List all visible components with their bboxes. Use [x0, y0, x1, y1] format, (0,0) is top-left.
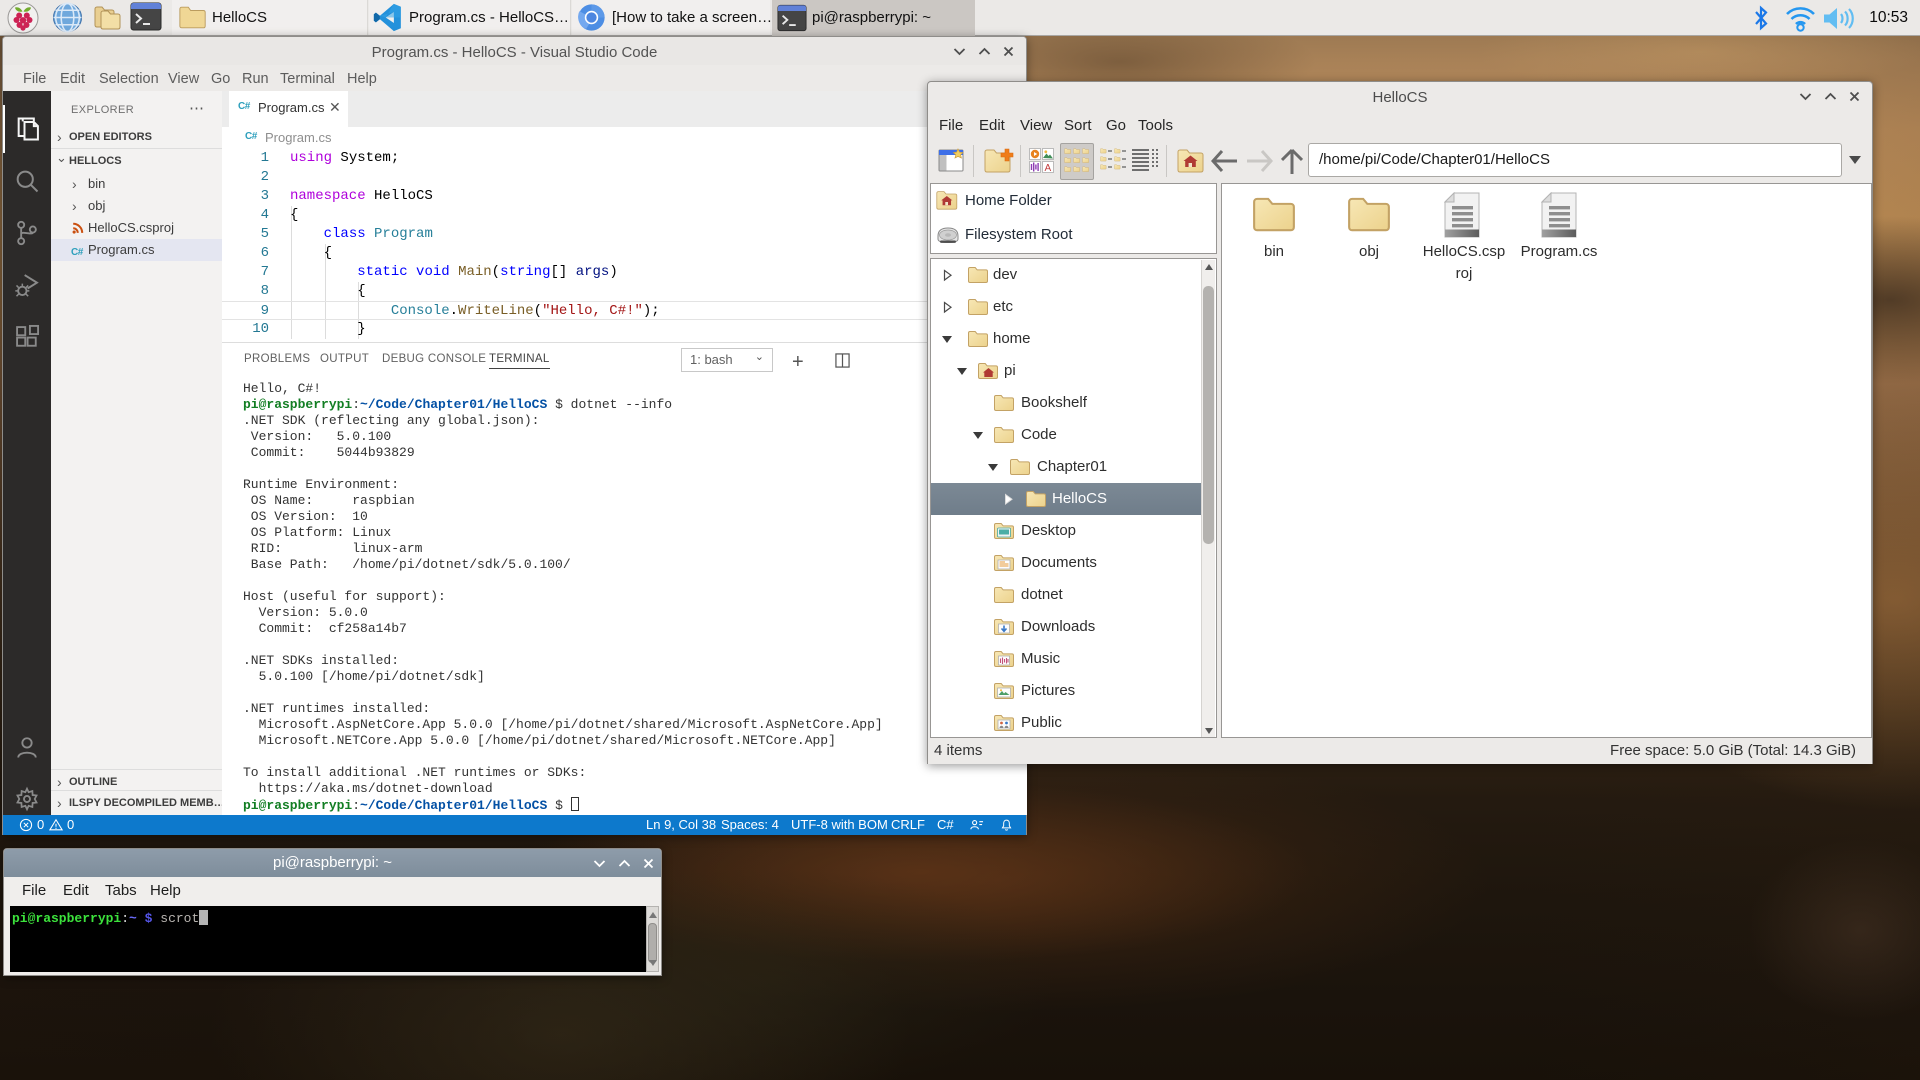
svg-text:A: A	[1045, 163, 1052, 173]
